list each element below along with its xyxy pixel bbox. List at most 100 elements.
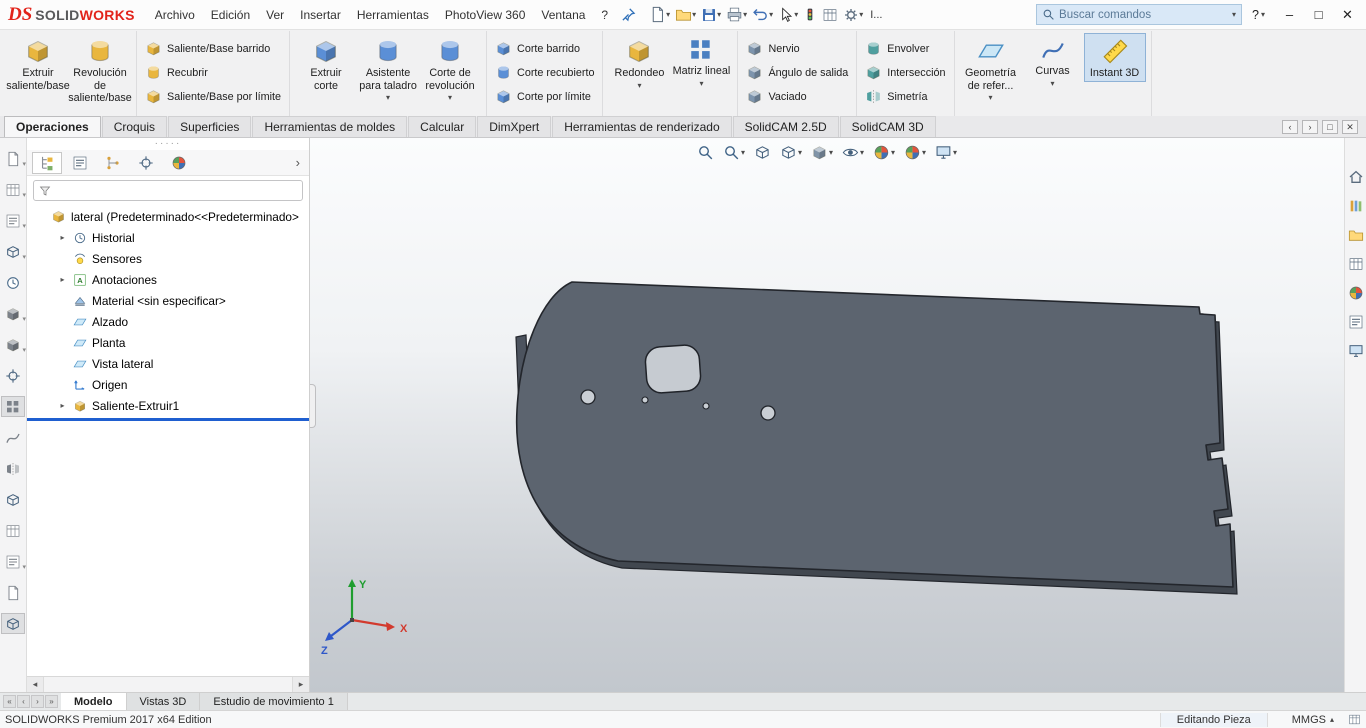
revolve-cut-chevron-icon[interactable]: ▾ — [448, 94, 452, 102]
collapse-panel-button[interactable]: › — [292, 155, 304, 170]
hide-show-chevron-icon[interactable]: ▾ — [860, 148, 864, 157]
undo-button[interactable]: ▾ — [750, 4, 775, 25]
hole-circle-1[interactable] — [580, 389, 596, 405]
menu-photoview-360[interactable]: PhotoView 360 — [437, 3, 534, 27]
view-orientation-chevron-icon[interactable]: ▾ — [798, 148, 802, 157]
extrude-boss-button[interactable]: Extruir saliente/base — [6, 33, 70, 94]
panel-horizontal-scrollbar[interactable]: ◂ ▸ — [27, 676, 309, 692]
left-toolbar-button-1[interactable]: ▾ — [1, 148, 26, 169]
curves-button[interactable]: Curvas ▾ — [1022, 33, 1084, 90]
scene-chevron-icon[interactable]: ▾ — [922, 148, 926, 157]
hole-circle-4[interactable] — [760, 405, 776, 421]
fillet-chevron-icon[interactable]: ▾ — [637, 81, 641, 90]
search-input[interactable] — [1059, 8, 1229, 21]
edit-appearance-button[interactable]: ▾ — [872, 143, 896, 162]
linear-pattern-button[interactable]: Matriz lineal ▾ — [670, 33, 732, 90]
panel-splitter-grip[interactable]: ····· — [27, 138, 309, 150]
tree-item-anotaciones[interactable]: ▸ Anotaciones — [27, 269, 309, 290]
zoom-fit-button[interactable] — [696, 143, 715, 162]
left-toolbar-button-7[interactable]: ▾ — [1, 334, 26, 355]
tree-item-planta[interactable]: ▸ Planta — [27, 332, 309, 353]
revolve-cut-button[interactable]: Corte de revolución ▾ — [419, 33, 481, 104]
hide-show-items-button[interactable]: ▾ — [841, 143, 865, 162]
status-sheet-icon[interactable] — [1348, 713, 1361, 726]
tabs-scroll-next-button[interactable]: › — [31, 695, 44, 708]
feature-manager-tab[interactable] — [32, 151, 62, 174]
property-manager-tab[interactable] — [65, 152, 95, 174]
rib-button[interactable]: Nervio — [743, 38, 851, 59]
tabs-scroll-first-button[interactable]: « — [3, 695, 16, 708]
loft-boss-button[interactable]: Recubrir — [142, 62, 284, 83]
options-chevron-icon[interactable]: ▾ — [859, 10, 863, 19]
left-toolbar-button-12[interactable] — [1, 489, 25, 510]
left-toolbar-button-16[interactable] — [1, 613, 25, 634]
boundary-boss-button[interactable]: Saliente/Base por límite — [142, 86, 284, 107]
shell-button[interactable]: Vaciado — [743, 86, 851, 107]
tab-solidcam-25d[interactable]: SolidCAM 2.5D — [732, 116, 839, 137]
extrude-cut-button[interactable]: Extruir corte — [295, 33, 357, 94]
part-lateral-body[interactable] — [515, 281, 1238, 595]
new-document-chevron-icon[interactable]: ▾ — [666, 10, 670, 19]
view-settings-button[interactable]: ▾ — [934, 143, 958, 162]
minimize-button[interactable]: – — [1275, 4, 1304, 25]
custom-properties-button[interactable] — [1347, 313, 1365, 331]
intersect-button[interactable]: Intersección — [862, 62, 948, 83]
hole-wizard-button[interactable]: Asistente para taladro ▾ — [357, 33, 419, 104]
scrollbar-track[interactable] — [44, 677, 292, 692]
display-manager-tab[interactable] — [164, 152, 194, 174]
part-top-face[interactable] — [515, 281, 1234, 588]
tab-herramientas-de-moldes[interactable]: Herramientas de moldes — [252, 116, 408, 137]
tree-filter-input[interactable] — [55, 184, 297, 197]
tab-calcular[interactable]: Calcular — [408, 116, 477, 137]
tab-operaciones[interactable]: Operaciones — [4, 116, 101, 137]
undo-chevron-icon[interactable]: ▾ — [769, 10, 773, 19]
save-button[interactable]: ▾ — [699, 5, 723, 25]
left-toolbar-button-4[interactable]: ▾ — [1, 241, 26, 262]
appearance-chevron-icon[interactable]: ▾ — [891, 148, 895, 157]
menu-ver[interactable]: Ver — [258, 3, 292, 27]
tree-item-vista-lateral[interactable]: ▸ Vista lateral — [27, 353, 309, 374]
swept-cut-button[interactable]: Corte barrido — [492, 38, 597, 59]
rounded-square-hole[interactable] — [644, 344, 702, 394]
tab-modelo[interactable]: Modelo — [61, 693, 127, 710]
expander-icon[interactable]: ▸ — [57, 275, 68, 284]
wrap-button[interactable]: Envolver — [862, 38, 948, 59]
tab-vistas-3d[interactable]: Vistas 3D — [126, 693, 201, 710]
display-style-chevron-icon[interactable]: ▾ — [829, 148, 833, 157]
tree-item-part[interactable]: lateral (Predeterminado<<Predeterminado> — [27, 206, 309, 227]
zoom-area-button[interactable]: ▾ — [722, 143, 746, 162]
tab-superficies[interactable]: Superficies — [168, 116, 252, 137]
appearances-button[interactable] — [1347, 284, 1365, 302]
view-palette-button[interactable] — [1347, 255, 1365, 273]
hole-wizard-chevron-icon[interactable]: ▾ — [386, 94, 390, 102]
tree-item-historial[interactable]: ▸ Historial — [27, 227, 309, 248]
doc-restore-button[interactable]: □ — [1322, 120, 1338, 134]
print-button[interactable]: ▾ — [724, 4, 749, 25]
instant3d-button[interactable]: Instant 3D — [1083, 33, 1146, 82]
tree-item-sensores[interactable]: ▸ Sensores — [27, 248, 309, 269]
apply-scene-button[interactable]: ▾ — [903, 143, 927, 162]
units-selector[interactable]: MMGS ▴ — [1278, 714, 1348, 726]
left-toolbar-button-13[interactable] — [1, 520, 25, 541]
maximize-button[interactable]: □ — [1304, 4, 1333, 25]
options-button[interactable]: ▾ — [841, 5, 865, 25]
view-settings-chevron-icon[interactable]: ▾ — [953, 148, 957, 157]
left-toolbar-button-2[interactable]: ▾ — [1, 179, 26, 200]
linear-pattern-chevron-icon[interactable]: ▾ — [699, 79, 703, 88]
view-orientation-button[interactable]: ▾ — [779, 143, 803, 162]
pane-next-button[interactable]: › — [1302, 120, 1318, 134]
revolve-boss-button[interactable]: Revolución de saliente/base — [68, 33, 132, 107]
menu-ventana[interactable]: Ventana — [533, 3, 593, 27]
left-toolbar-button-11[interactable] — [1, 458, 25, 479]
select-chevron-icon[interactable]: ▾ — [794, 10, 798, 19]
resources-home-button[interactable] — [1347, 168, 1365, 186]
model-canvas[interactable] — [310, 138, 1341, 692]
reference-geometry-button[interactable]: Geometría de refer... ▾ — [960, 33, 1022, 104]
left-toolbar-button-5[interactable] — [1, 272, 25, 293]
pane-previous-button[interactable]: ‹ — [1282, 120, 1298, 134]
file-explorer-button[interactable] — [1347, 226, 1365, 244]
tab-solidcam-3d[interactable]: SolidCAM 3D — [839, 116, 936, 137]
menu-ayuda[interactable]: ? — [593, 3, 616, 27]
dimxpert-manager-tab[interactable] — [131, 152, 161, 174]
tab-estudio-de-movimiento-1[interactable]: Estudio de movimiento 1 — [200, 693, 348, 710]
